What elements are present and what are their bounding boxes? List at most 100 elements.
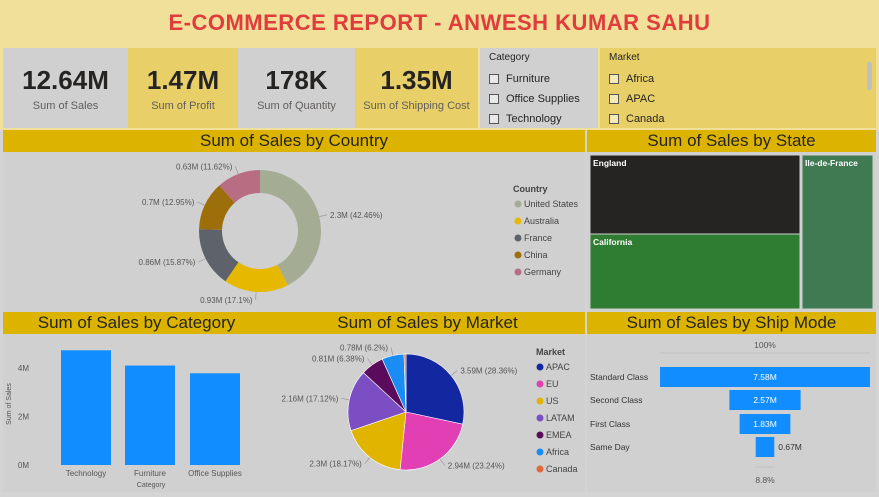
country-chart-panel: 2.3M (42.46%) 0.93M (17.1%) 0.86M (15.87%)… xyxy=(3,152,585,312)
legend-marker xyxy=(536,397,544,405)
leader-line xyxy=(364,457,371,464)
legend-item: EMEA xyxy=(546,430,572,440)
leader-line xyxy=(390,347,394,356)
leader-line xyxy=(235,166,239,175)
market-slicer: Market Africa APAC Canada xyxy=(600,48,876,128)
data-label: 0.63M (11.62%) xyxy=(176,163,233,172)
market-chart-title: Sum of Sales by Market xyxy=(270,312,585,334)
shipmode-funnel-chart: 100% Standard Class 7.58M Second Class 2.57M… xyxy=(590,340,870,485)
legend-item: Canada xyxy=(546,464,578,474)
checkbox-icon[interactable] xyxy=(489,74,499,84)
state-chart-panel: England California Ile-de-France xyxy=(587,152,876,312)
checkbox-icon[interactable] xyxy=(489,94,499,104)
legend-marker xyxy=(536,465,544,473)
data-label: 0.7M (12.95%) xyxy=(142,198,195,207)
kpi-value: 12.64M xyxy=(22,64,109,95)
funnel-top-percent: 100% xyxy=(754,340,776,350)
report-title: E-COMMERCE REPORT - ANWESH KUMAR SAHU xyxy=(168,10,711,35)
y-tick-label: 2M xyxy=(18,413,29,422)
slicer-scrollbar[interactable] xyxy=(867,62,872,90)
kpi-card-profit[interactable]: 1.47M Sum of Profit xyxy=(128,48,238,128)
country-chart-title: Sum of Sales by Country xyxy=(3,130,585,152)
funnel-bottom-percent: 8.8% xyxy=(755,475,775,485)
x-tick-label: Technology xyxy=(66,469,106,478)
legend-marker xyxy=(536,380,544,388)
leader-line xyxy=(319,214,328,217)
kpi-value: 1.35M xyxy=(380,64,453,95)
slicer-title: Market xyxy=(609,52,640,63)
slicer-option-label: Canada xyxy=(626,113,665,125)
legend-marker xyxy=(536,363,544,371)
category-bar-chart: 0M 2M 4M Technology Furniture Office Supplies… xyxy=(6,350,242,489)
slicer-option-africa[interactable]: Africa xyxy=(609,69,867,89)
data-label: 0.78M (6.2%) xyxy=(340,344,388,353)
funnel-category-label: Same Day xyxy=(590,442,630,452)
data-label: 0.86M (15.87%) xyxy=(139,258,196,267)
data-label: 2.3M (18.17%) xyxy=(309,460,362,469)
legend-item: China xyxy=(524,250,548,260)
market-chart-panel: 3.59M (28.36%) 2.94M (23.24%) 2.3M (18.17%… xyxy=(270,334,585,492)
x-axis-label: Category xyxy=(137,482,166,489)
x-tick-label: Office Supplies xyxy=(188,469,242,478)
data-label: 2.16M (17.12%) xyxy=(282,394,339,403)
legend-marker xyxy=(514,251,522,259)
data-label: 2.94M (23.24%) xyxy=(448,461,505,470)
checkbox-icon[interactable] xyxy=(489,114,499,124)
slicer-title: Category xyxy=(489,52,530,63)
y-tick-label: 0M xyxy=(18,461,29,470)
data-label: 0.93M (17.1%) xyxy=(200,296,253,305)
leader-line xyxy=(450,370,458,376)
data-label: 3.59M (28.36%) xyxy=(460,367,517,376)
kpi-value: 178K xyxy=(265,64,328,95)
checkbox-icon[interactable] xyxy=(609,74,619,84)
shipmode-chart-panel: 100% Standard Class 7.58M Second Class 2.57M… xyxy=(587,334,876,492)
slicer-option-apac[interactable]: APAC xyxy=(609,89,867,109)
slicer-option-furniture[interactable]: Furniture xyxy=(489,69,589,89)
kpi-card-shipping[interactable]: 1.35M Sum of Shipping Cost xyxy=(355,48,478,128)
leader-line xyxy=(198,258,206,263)
data-label: 0.81M (6.38%) xyxy=(312,354,365,363)
slicer-option-label: Office Supplies xyxy=(506,93,580,105)
category-slicer: Category Furniture Office Supplies Techn… xyxy=(480,48,598,128)
slicer-option-label: Furniture xyxy=(506,73,551,85)
funnel-category-label: Standard Class xyxy=(590,372,648,382)
legend-item: Africa xyxy=(546,447,569,457)
country-donut-chart: 2.3M (42.46%) 0.93M (17.1%) 0.86M (15.87%)… xyxy=(139,163,579,305)
funnel-category-label: First Class xyxy=(590,419,630,429)
leader-line xyxy=(255,291,257,300)
funnel-value-label: 2.57M xyxy=(753,395,777,405)
shipmode-chart-title: Sum of Sales by Ship Mode xyxy=(587,312,876,334)
treemap-label: England xyxy=(593,158,627,168)
treemap-label: California xyxy=(593,237,632,247)
kpi-label: Sum of Profit xyxy=(151,99,215,112)
bar xyxy=(61,350,111,465)
slicer-option-label: Technology xyxy=(506,113,562,125)
bar xyxy=(190,373,240,465)
legend-item: US xyxy=(546,396,559,406)
checkbox-icon[interactable] xyxy=(609,114,619,124)
legend-item: APAC xyxy=(546,362,570,372)
market-pie-chart: 3.59M (28.36%) 2.94M (23.24%) 2.3M (18.17%… xyxy=(282,344,578,474)
state-chart-title: Sum of Sales by State xyxy=(587,130,876,152)
state-treemap-chart: England California Ile-de-France xyxy=(589,154,874,310)
legend-marker xyxy=(514,234,522,242)
slicer-option-technology[interactable]: Technology xyxy=(489,109,589,129)
slicer-option-office-supplies[interactable]: Office Supplies xyxy=(489,89,589,109)
category-chart-panel: 0M 2M 4M Technology Furniture Office Supplies… xyxy=(3,334,270,492)
funnel-category-label: Second Class xyxy=(590,395,642,405)
legend-marker xyxy=(514,268,522,276)
leader-line xyxy=(197,201,205,206)
slicer-option-canada[interactable]: Canada xyxy=(609,109,867,129)
kpi-label: Sum of Quantity xyxy=(257,99,336,112)
legend-title: Market xyxy=(536,347,565,357)
funnel-bar xyxy=(755,437,775,457)
checkbox-icon[interactable] xyxy=(609,94,619,104)
legend-item: Germany xyxy=(524,267,562,277)
legend-item: LATAM xyxy=(546,413,575,423)
legend-item: Australia xyxy=(524,216,559,226)
legend-marker xyxy=(514,200,522,208)
bar xyxy=(125,365,175,465)
kpi-card-sales[interactable]: 12.64M Sum of Sales xyxy=(3,48,128,128)
x-tick-label: Furniture xyxy=(134,469,167,478)
kpi-card-quantity[interactable]: 178K Sum of Quantity xyxy=(238,48,355,128)
